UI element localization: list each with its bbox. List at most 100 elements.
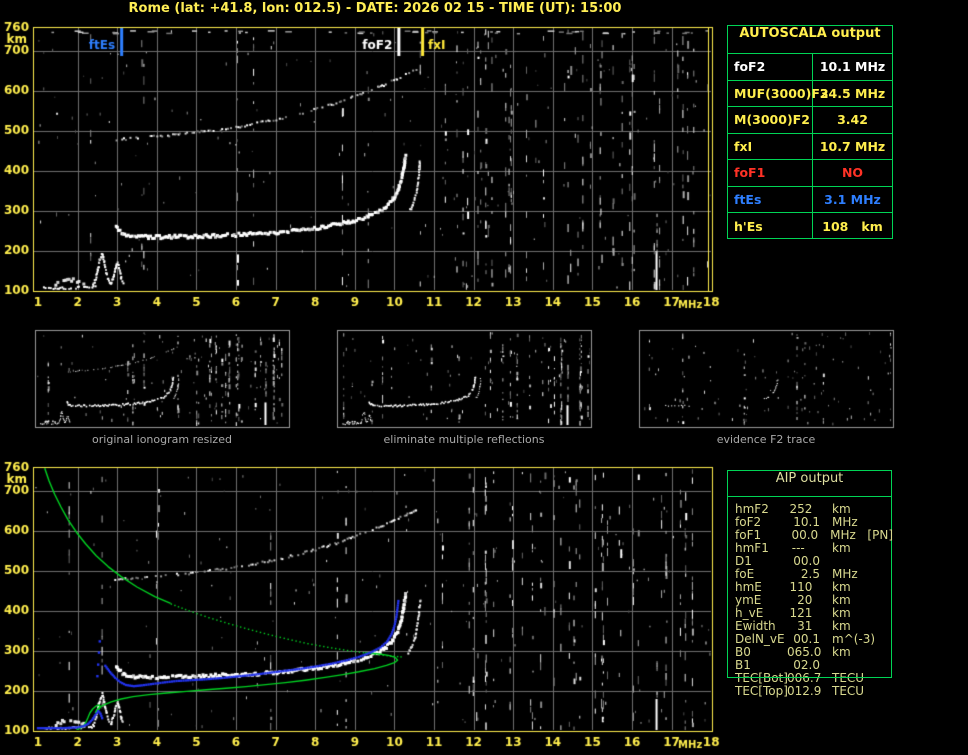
autoscala-row-value: 10.1 MHz — [819, 59, 886, 75]
aip-output-table: AIP output hmF2 252 km foF2 10.1 MHz foF1 00.0… — [727, 470, 893, 698]
autoscala-row-ftes: ftEs 3.1 MHz — [728, 185, 892, 213]
aip-row-unit: m^(-3) — [832, 632, 876, 646]
aip-row-value: 00.0 — [793, 554, 820, 568]
aip-row-note: [PN] — [867, 528, 893, 542]
aip-row-unit: TECU — [832, 684, 865, 698]
aip-row-label: hmF2 — [735, 502, 769, 516]
aip-row-value: 20 — [797, 593, 820, 607]
aip-row-ewidth: Ewidth 31 km — [728, 619, 893, 633]
aip-row-hmf2: hmF2 252 km — [728, 502, 893, 516]
aip-row-unit — [820, 554, 866, 567]
autoscala-row-fxi: fxI 10.7 MHz — [728, 132, 892, 160]
aip-row-unit: km — [832, 502, 851, 516]
autoscala-row-label: MUF(3000)F2 — [728, 80, 829, 107]
autoscala-row-fof1: foF1 NO — [728, 159, 892, 186]
aip-row-yme: ymE 20 km — [728, 593, 893, 607]
thumbnail-caption-evidence: evidence F2 trace — [716, 433, 816, 446]
autoscala-table-header: AUTOSCALA output — [739, 26, 881, 41]
aip-row-unit: MHz — [832, 515, 858, 529]
aip-row-hme: hmE 110 km — [728, 580, 893, 594]
aip-row-note — [866, 580, 870, 593]
aip-row-value: --- — [791, 541, 820, 555]
aip-row-label: DelN_vE — [735, 632, 785, 646]
aip-row-label: hmF1 — [735, 541, 769, 555]
thumbnail-caption-original: original ionogram resized — [92, 433, 232, 446]
aip-row-note — [866, 632, 870, 645]
aip-row-b0: B0 065.0 km — [728, 645, 893, 659]
aip-table-bottom-border — [727, 677, 892, 678]
aip-row-d1: D1 00.0 — [728, 554, 893, 568]
aip-row-value: 10.1 — [793, 515, 820, 529]
autoscala-row-muf3000f2: MUF(3000)F2 34.5 MHz — [728, 79, 892, 107]
aip-row-tec_top: TEC[Top] 012.9 TECU — [728, 684, 893, 698]
aip-row-label: foF2 — [735, 515, 762, 529]
aip-row-label: h_vE — [735, 606, 764, 620]
aip-row-value: 2.5 — [800, 567, 820, 581]
aip-row-label: foE — [735, 567, 755, 581]
aip-row-b1: B1 02.0 — [728, 658, 893, 672]
aip-row-note — [866, 684, 870, 697]
aip-row-label: TEC[Top] — [735, 684, 788, 698]
aip-row-unit: km — [832, 619, 851, 633]
autoscala-row-value: 108 km — [822, 218, 883, 234]
autoscala-row-value: 34.5 MHz — [819, 85, 886, 101]
aip-row-note — [866, 515, 870, 528]
aip-row-unit: km — [832, 645, 851, 659]
aip-row-value: 110 — [789, 580, 820, 594]
autoscala-row-label: fxI — [728, 133, 813, 160]
aip-row-deln_ve: DelN_vE 00.1 m^(-3) — [728, 632, 893, 646]
autoscala-row-label: ftEs — [728, 186, 813, 213]
autoscala-row-label: foF1 — [728, 160, 813, 186]
autoscala-row-m3000f2: M(3000)F2 3.42 — [728, 106, 892, 133]
thumbnail-caption-eliminate: eliminate multiple reflections — [383, 433, 545, 446]
autoscala-row-label: foF2 — [728, 54, 813, 80]
aip-row-note — [866, 567, 870, 580]
aip-row-fof2: foF2 10.1 MHz — [728, 515, 893, 529]
autoscala-row-value: 10.7 MHz — [819, 138, 886, 154]
aip-table-rows: hmF2 252 km foF2 10.1 MHz foF1 00.0 MHz [PN] hmF1… — [728, 502, 893, 698]
aip-row-label: foF1 — [735, 528, 762, 542]
aip-row-note — [866, 658, 870, 671]
aip-row-unit: km — [832, 606, 851, 620]
aip-row-value: 31 — [797, 619, 820, 633]
autoscala-row-label: h'Es — [728, 213, 813, 239]
aip-row-value: 012.9 — [787, 684, 822, 698]
aip-row-label: B1 — [735, 658, 751, 672]
aip-row-value: 252 — [789, 502, 820, 516]
aip-row-unit: MHz — [832, 567, 858, 581]
aip-row-label: ymE — [735, 593, 762, 607]
aip-row-note — [866, 645, 870, 658]
aip-row-label: B0 — [735, 645, 751, 659]
autoscala-row-value: 3.42 — [837, 112, 868, 128]
aip-row-unit — [820, 658, 866, 671]
aip-row-label: Ewidth — [735, 619, 776, 633]
aip-row-unit: km — [832, 593, 851, 607]
autoscala-row-value: 3.1 MHz — [824, 192, 881, 207]
aip-row-value: 00.0 — [791, 528, 819, 542]
aip-table-header: AIP output — [728, 471, 891, 497]
autoscala-row-fof2: foF2 10.1 MHz — [728, 53, 892, 80]
autoscala-table-rows: foF2 10.1 MHz MUF(3000)F2 34.5 MHz M(3000)F2… — [728, 53, 892, 239]
aip-row-unit: MHz — [830, 528, 856, 542]
autoscala-screen: Rome (lat: +41.8, lon: 012.5) - DATE: 20… — [0, 0, 968, 755]
aip-row-note — [866, 554, 870, 567]
aip-row-note — [866, 619, 870, 632]
autoscala-row-value: NO — [841, 165, 864, 181]
page-title: Rome (lat: +41.8, lon: 012.5) - DATE: 20… — [128, 1, 622, 16]
aip-row-value: 121 — [789, 606, 820, 620]
aip-row-note — [866, 502, 870, 515]
aip-row-unit: km — [832, 541, 851, 555]
aip-row-label: D1 — [735, 554, 752, 568]
autoscala-row-hes: h'Es 108 km — [728, 212, 892, 239]
aip-row-h_ve: h_vE 121 km — [728, 606, 893, 620]
aip-row-value: 065.0 — [787, 645, 822, 659]
aip-row-value: 02.0 — [793, 658, 820, 672]
aip-row-value: 00.1 — [793, 632, 820, 646]
aip-row-fof1: foF1 00.0 MHz [PN] — [728, 528, 893, 542]
autoscala-output-table: AUTOSCALA output foF2 10.1 MHz MUF(3000)F2… — [727, 25, 893, 239]
aip-row-note — [866, 606, 870, 619]
autoscala-row-label: M(3000)F2 — [728, 107, 813, 133]
aip-row-hmf1: hmF1 --- km — [728, 541, 893, 555]
aip-row-note — [866, 541, 870, 554]
aip-row-unit: km — [832, 580, 851, 594]
